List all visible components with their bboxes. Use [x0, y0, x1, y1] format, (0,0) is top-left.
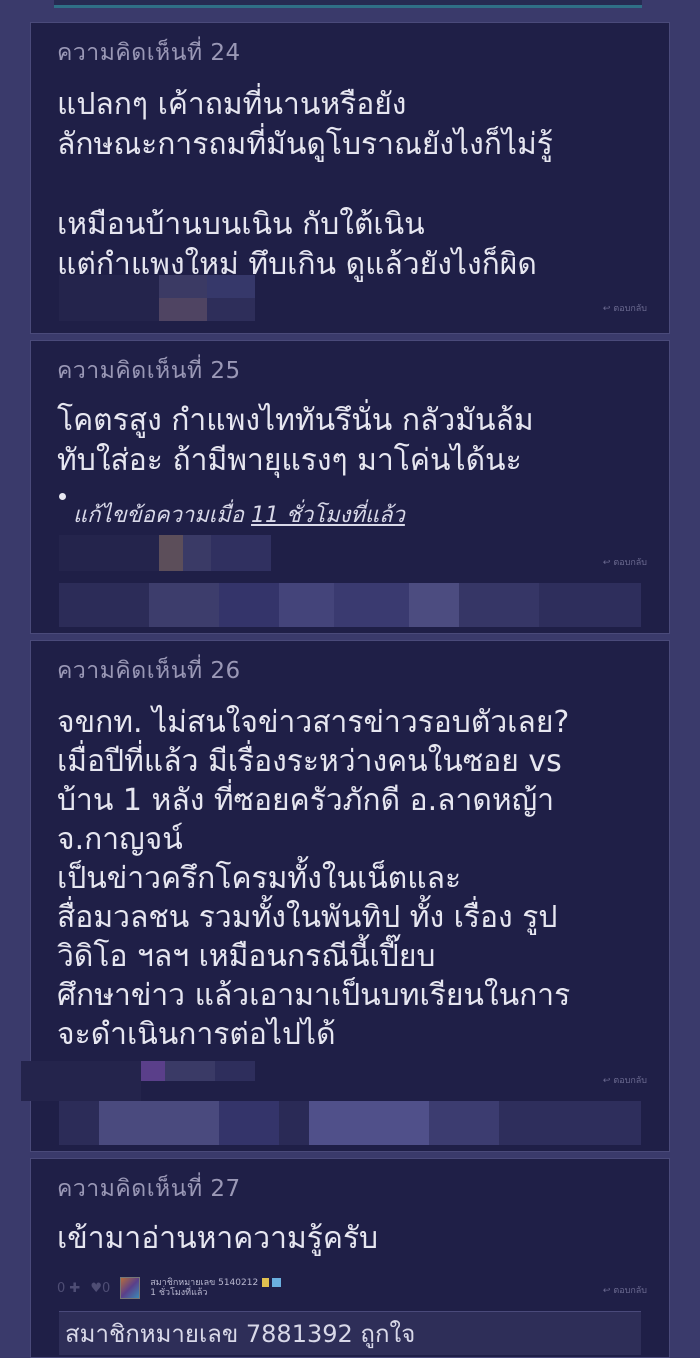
- reply-button[interactable]: ↩ ตอบกลับ: [603, 555, 647, 569]
- comment-card-25: ความคิดเห็นที่ 25 โคตรสูง กำแพงไททันรึนั…: [30, 340, 670, 634]
- reply-arrow-icon: ↩: [602, 558, 611, 568]
- emotion-button[interactable]: ♥0: [90, 1281, 110, 1296]
- comment-number: ความคิดเห็นที่ 27: [57, 1176, 241, 1202]
- plus-icon: ✚: [69, 1280, 81, 1296]
- comment-card-24: ความคิดเห็นที่ 24 แปลกๆ เค้าถมที่นานหรือ…: [30, 22, 670, 334]
- comment-meta: 0 ✚ ♥0 สมาชิกหมายเลข 5140212 1 ชั่วโมงที…: [57, 1275, 282, 1301]
- comment-card-26: ความคิดเห็นที่ 26 จขกท. ไม่สนใจข่าวสารข่…: [21, 640, 670, 1152]
- comment-body: เข้ามาอ่านหาความรู้ครับ: [57, 1221, 379, 1256]
- reply-arrow-icon: ↩: [602, 1076, 611, 1086]
- comment-number: ความคิดเห็นที่ 26: [57, 658, 241, 684]
- vote-up[interactable]: 0 ✚: [57, 1281, 80, 1296]
- like-bar[interactable]: สมาชิกหมายเลข 7881392 ถูกใจ: [59, 1311, 641, 1355]
- comment-number: ความคิดเห็นที่ 24: [57, 40, 241, 66]
- top-bar: [54, 0, 642, 8]
- blurred-like-bar: [59, 1101, 641, 1145]
- edit-time-link[interactable]: 11 ชั่วโมงที่แล้ว: [251, 503, 405, 528]
- emotion-icon: ♥: [90, 1280, 102, 1296]
- member-info: สมาชิกหมายเลข 5140212 1 ชั่วโมงที่แล้ว: [150, 1278, 282, 1298]
- edited-note: แก้ไขข้อความเมื่อ 11 ชั่วโมงที่แล้ว: [73, 503, 405, 528]
- badge-icon: [272, 1278, 282, 1287]
- avatar[interactable]: [120, 1277, 141, 1299]
- reply-button[interactable]: ↩ ตอบกลับ: [603, 1283, 647, 1297]
- member-name[interactable]: สมาชิกหมายเลข 5140212: [150, 1278, 282, 1288]
- avatar-blurred: [21, 1061, 301, 1101]
- blurred-like-bar: [59, 583, 641, 627]
- reply-button[interactable]: ↩ ตอบกลับ: [603, 301, 647, 315]
- member-time: 1 ชั่วโมงที่แล้ว: [150, 1288, 208, 1298]
- reply-button[interactable]: ↩ ตอบกลับ: [603, 1073, 647, 1087]
- avatar-blurred: [59, 535, 299, 571]
- comment-body: จขกท. ไม่สนใจข่าวสารข่าวรอบตัวเลย? เมื่อ…: [57, 705, 571, 1052]
- reply-arrow-icon: ↩: [602, 304, 611, 314]
- badge-icon: [262, 1278, 270, 1287]
- comment-body: โคตรสูง กำแพงไททันรึนั่น กลัวมันล้ม ทับใ…: [57, 403, 534, 478]
- edit-dot-icon: [59, 493, 66, 500]
- comment-body: แปลกๆ เค้าถมที่นานหรือยัง ลักษณะการถมที่…: [57, 87, 553, 282]
- comment-number: ความคิดเห็นที่ 25: [57, 358, 241, 384]
- avatar-blurred: [59, 275, 255, 321]
- comment-card-27: ความคิดเห็นที่ 27 เข้ามาอ่านหาความรู้ครั…: [30, 1158, 670, 1358]
- reply-arrow-icon: ↩: [602, 1286, 611, 1296]
